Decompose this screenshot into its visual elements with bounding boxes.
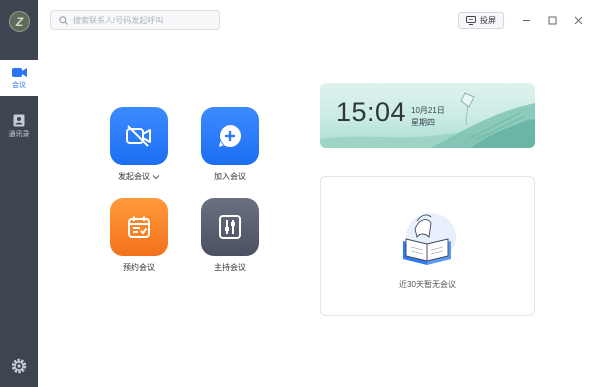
sidebar-item-meetings[interactable]: 会议 (0, 60, 38, 96)
minimize-button[interactable] (520, 14, 532, 26)
video-camera-icon (11, 67, 27, 77)
close-button[interactable] (572, 14, 584, 26)
host-meeting-tile[interactable]: 主持会议 (200, 198, 260, 273)
start-meeting-button[interactable] (110, 107, 168, 165)
empty-book-illustration (403, 213, 456, 265)
empty-state-text: 近30天暂无会议 (399, 280, 456, 289)
search-box[interactable] (50, 10, 220, 30)
join-meeting-label: 加入会议 (214, 172, 246, 181)
gear-icon[interactable] (11, 358, 27, 374)
chevron-down-icon[interactable] (152, 174, 160, 180)
kite-icon (460, 92, 475, 126)
sidebar-item-label: 通讯录 (8, 130, 30, 138)
start-meeting-label: 发起会议 (118, 172, 150, 181)
host-meeting-label: 主持会议 (214, 263, 246, 272)
cast-button[interactable]: 投屏 (458, 12, 504, 29)
schedule-meeting-tile[interactable]: 预约会议 (109, 198, 169, 273)
search-input[interactable] (73, 15, 213, 25)
start-meeting-tile[interactable]: 发起会议 (109, 107, 169, 182)
calendar-icon (128, 216, 150, 238)
sidebar: Z 会议 通讯录 (0, 0, 38, 387)
video-off-icon (126, 125, 151, 147)
clock-time: 15:04 (336, 97, 407, 127)
sidebar-item-label: 会议 (12, 81, 26, 89)
close-icon (574, 16, 582, 24)
clock-date: 10月21日 (411, 106, 445, 115)
contacts-icon (13, 114, 25, 126)
schedule-meeting-button[interactable] (110, 198, 168, 256)
search-icon (59, 15, 68, 25)
minimize-icon (522, 19, 530, 21)
maximize-button[interactable] (546, 14, 558, 26)
schedule-meeting-label: 预约会议 (123, 263, 155, 272)
join-meeting-tile[interactable]: 加入会议 (200, 107, 260, 182)
screen-cast-icon (466, 16, 476, 25)
sliders-icon (219, 215, 241, 239)
host-meeting-button[interactable] (201, 198, 259, 256)
recent-meetings-panel: 近30天暂无会议 (320, 176, 535, 316)
plus-chat-icon (219, 125, 241, 147)
sidebar-item-contacts[interactable]: 通讯录 (0, 108, 38, 144)
join-meeting-button[interactable] (201, 107, 259, 165)
maximize-icon (548, 16, 556, 24)
app-logo-letter: Z (15, 14, 24, 29)
clock-banner: 15:04 10月21日 星期四 (320, 83, 535, 148)
clock-weekday: 星期四 (411, 118, 435, 127)
cast-label: 投屏 (480, 16, 496, 25)
app-logo: Z (9, 11, 30, 32)
